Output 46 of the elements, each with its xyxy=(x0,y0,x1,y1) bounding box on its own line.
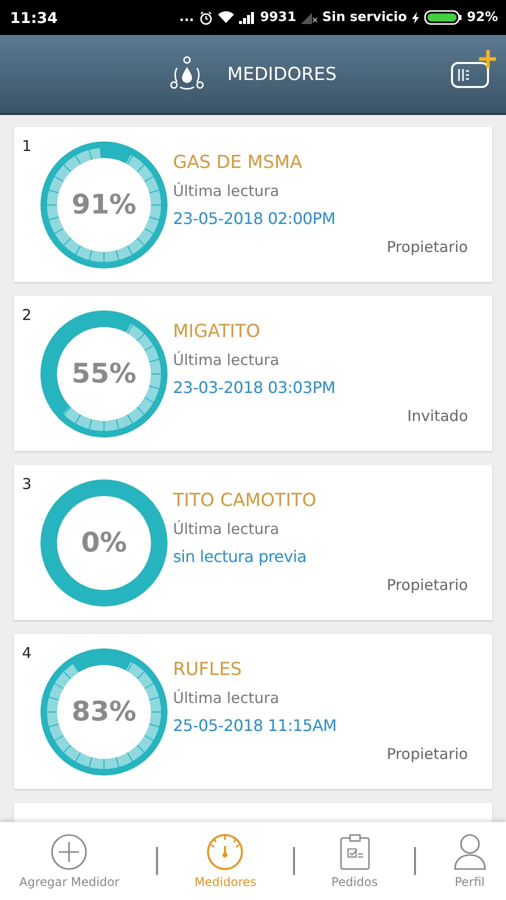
add-icon xyxy=(50,833,88,871)
percent-value: 91% xyxy=(72,189,136,220)
data-rate: 9931 xyxy=(260,10,296,25)
clipboard-icon xyxy=(338,833,371,871)
meter-number: 2 xyxy=(22,306,32,324)
signal-icon xyxy=(239,12,256,24)
percent-value: 55% xyxy=(72,358,136,389)
percent-value: 0% xyxy=(81,527,127,558)
meter-number: 3 xyxy=(22,475,32,493)
meter-role: Propietario xyxy=(386,745,468,763)
no-signal-icon xyxy=(301,12,318,24)
reading-date: 25-05-2018 11:15AM xyxy=(173,715,337,737)
reading-date: sin lectura previa xyxy=(173,546,308,568)
meter-card[interactable]: 3 0% TITO CAMOTITO Última lectura sin lectura previa Propietario xyxy=(14,465,492,620)
percent-value: 83% xyxy=(72,696,136,727)
reading-date: 23-05-2018 02:00PM xyxy=(173,208,336,230)
network-drop-icon xyxy=(169,56,206,92)
wifi-icon xyxy=(218,11,234,24)
reading-label: Última lectura xyxy=(173,519,280,540)
reading-label: Última lectura xyxy=(173,181,280,202)
notification-dots: ... xyxy=(179,10,194,25)
meter-card[interactable]: 4 83% RUFLES Última lectura 25-05-2018 11:15AM Propietario xyxy=(14,634,492,789)
meter-name: GAS DE MSMA xyxy=(173,151,304,175)
carrier-text: Sin servicio xyxy=(322,10,407,25)
alarm-icon xyxy=(199,10,214,24)
reading-label: Última lectura xyxy=(173,688,280,709)
add-meter-icon[interactable] xyxy=(450,47,496,91)
meter-name: TITO CAMOTITO xyxy=(173,489,316,513)
charging-icon xyxy=(412,12,419,24)
meter-role: Propietario xyxy=(386,576,468,594)
meter-number: 4 xyxy=(22,644,32,662)
meter-role: Propietario xyxy=(386,238,468,256)
battery-percent: 92% xyxy=(466,10,498,25)
battery-icon xyxy=(424,10,462,25)
meter-role: Invitado xyxy=(407,407,468,425)
meter-card[interactable]: 1 91% GAS DE MSMA Última lectura 23-05-2018 02:00PM Propietario xyxy=(14,127,492,282)
meter-number: 1 xyxy=(22,137,32,155)
status-time: 11:34 xyxy=(10,8,58,26)
person-icon xyxy=(452,833,487,871)
meter-card[interactable]: 2 55% MIGATITO Última lectura 23-03-2018 03:03PM Invitado xyxy=(14,296,492,451)
gauge-icon xyxy=(206,833,244,871)
header-title: MEDIDORES xyxy=(227,64,337,84)
reading-date: 23-03-2018 03:03PM xyxy=(173,377,336,399)
meter-name: RUFLES xyxy=(173,658,243,682)
reading-label: Última lectura xyxy=(173,350,280,371)
meter-name: MIGATITO xyxy=(173,320,262,344)
